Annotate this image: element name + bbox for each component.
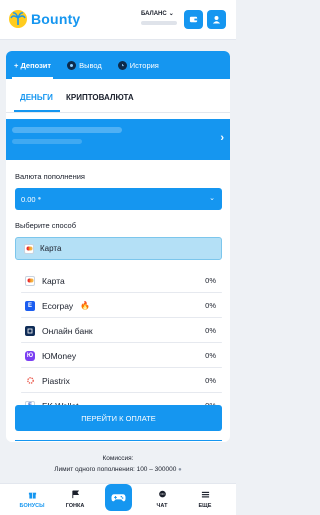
palm-logo-icon [9, 10, 27, 28]
tab-history[interactable]: История [110, 51, 167, 79]
tab-history-label: История [129, 60, 159, 70]
ecorpay-icon: E [25, 300, 35, 311]
withdraw-icon [67, 60, 77, 70]
promo-banner[interactable]: › [6, 119, 230, 160]
nav-bonuses[interactable]: БОНУСЫ [17, 490, 47, 509]
method-option-yumoney[interactable]: Ю ЮMoney 0% [15, 343, 222, 368]
method-option-ecorpay[interactable]: E Ecorpay 🔥 0% [15, 293, 222, 318]
games-button[interactable] [105, 484, 132, 511]
method-fee: 0% [205, 326, 216, 335]
method-fee: 0% [205, 351, 216, 360]
method-fee: 0% [205, 276, 216, 285]
history-icon [117, 60, 127, 70]
method-fee: 0% [205, 301, 216, 310]
method-label: Выберите способ [15, 221, 77, 230]
wallet-button[interactable] [184, 10, 203, 29]
tab-deposit[interactable]: + Депозит [6, 51, 59, 79]
nav-chat[interactable]: ЧАТ [147, 490, 177, 509]
profile-button[interactable] [207, 10, 226, 29]
nav-label: ЧАТ [156, 503, 168, 509]
tab-money[interactable]: ДЕНЬГИ [20, 93, 53, 102]
card-icon [24, 243, 34, 254]
selected-method-label: Карта [40, 244, 62, 253]
tab-withdraw[interactable]: Вывод [59, 51, 110, 79]
payment-type-tabs: ДЕНЬГИ КРИПТОВАЛЮТА [6, 87, 230, 112]
method-name: Ecorpay [42, 300, 74, 311]
promo-subtext-placeholder [12, 139, 82, 144]
piastrix-icon [25, 375, 35, 386]
limit-text: Лимит одного пополнения: 100 – 300000 ● [0, 466, 236, 473]
limit-value: Лимит одного пополнения: 100 – 300000 [54, 466, 177, 473]
method-option-online-bank[interactable]: Онлайн банк 0% [15, 318, 222, 343]
nav-label: ГОНКА [65, 503, 85, 509]
method-name: ЮMoney [42, 350, 77, 361]
nav-race[interactable]: ГОНКА [60, 490, 90, 509]
chat-icon [147, 490, 177, 501]
chevron-right-icon: › [220, 132, 224, 144]
balance-value-placeholder [141, 21, 177, 25]
user-icon [212, 15, 221, 24]
logo[interactable]: Bounty [8, 9, 80, 29]
more-icon [190, 490, 220, 501]
coin-icon: ● [178, 467, 182, 473]
balance-label: БАЛАНС [141, 10, 167, 17]
method-option-piastrix[interactable]: Piastrix 0% [15, 368, 222, 393]
method-list: Карта 0% E Ecorpay 🔥 0% Онлайн банк 0% Ю… [15, 268, 222, 418]
nav-label: ЕЩЕ [198, 503, 212, 509]
currency-select[interactable]: 0.00 ● ⌄ [15, 188, 222, 210]
gift-icon [17, 490, 47, 501]
divider [6, 112, 230, 113]
tab-deposit-label: + Депозит [14, 60, 52, 70]
yumoney-icon: Ю [25, 350, 35, 361]
tab-withdraw-label: Вывод [79, 60, 102, 70]
balance-dropdown[interactable]: БАЛАНС ⌄ [141, 10, 174, 18]
fire-icon: 🔥 [80, 301, 91, 310]
amount-value: 0.00 [21, 194, 36, 204]
divider [15, 440, 222, 441]
proceed-to-payment-button[interactable]: ПЕРЕЙТИ К ОПЛАТЕ [15, 405, 222, 431]
method-name: Онлайн банк [42, 325, 93, 336]
gamepad-icon [111, 494, 126, 502]
tab-crypto[interactable]: КРИПТОВАЛЮТА [66, 93, 134, 102]
brand-name: Bounty [31, 11, 81, 27]
method-option-card[interactable]: Карта 0% [15, 268, 222, 293]
currency-label: Валюта пополнения [15, 172, 85, 181]
bank-icon [25, 325, 35, 336]
app-header: Bounty БАЛАНС ⌄ [0, 0, 236, 40]
method-fee: 0% [205, 376, 216, 385]
nav-label: БОНУСЫ [19, 503, 45, 509]
commission-text: Комиссия: [102, 455, 134, 462]
deposit-card: + Депозит Вывод История ДЕНЬГИ КРИПТОВАЛ… [6, 51, 230, 442]
chevron-down-icon: ⌄ [209, 195, 215, 202]
race-icon [60, 490, 90, 501]
method-name: Piastrix [42, 375, 70, 386]
chevron-down-icon: ⌄ [168, 11, 174, 17]
nav-more[interactable]: ЕЩЕ [190, 490, 220, 509]
method-name: Карта [42, 275, 65, 286]
coin-icon: ● [37, 196, 42, 202]
wallet-icon [189, 16, 198, 23]
method-select[interactable]: Карта [15, 237, 222, 260]
wallet-tabs: + Депозит Вывод История [6, 51, 230, 79]
promo-text-placeholder [12, 127, 122, 133]
card-icon [25, 275, 35, 286]
